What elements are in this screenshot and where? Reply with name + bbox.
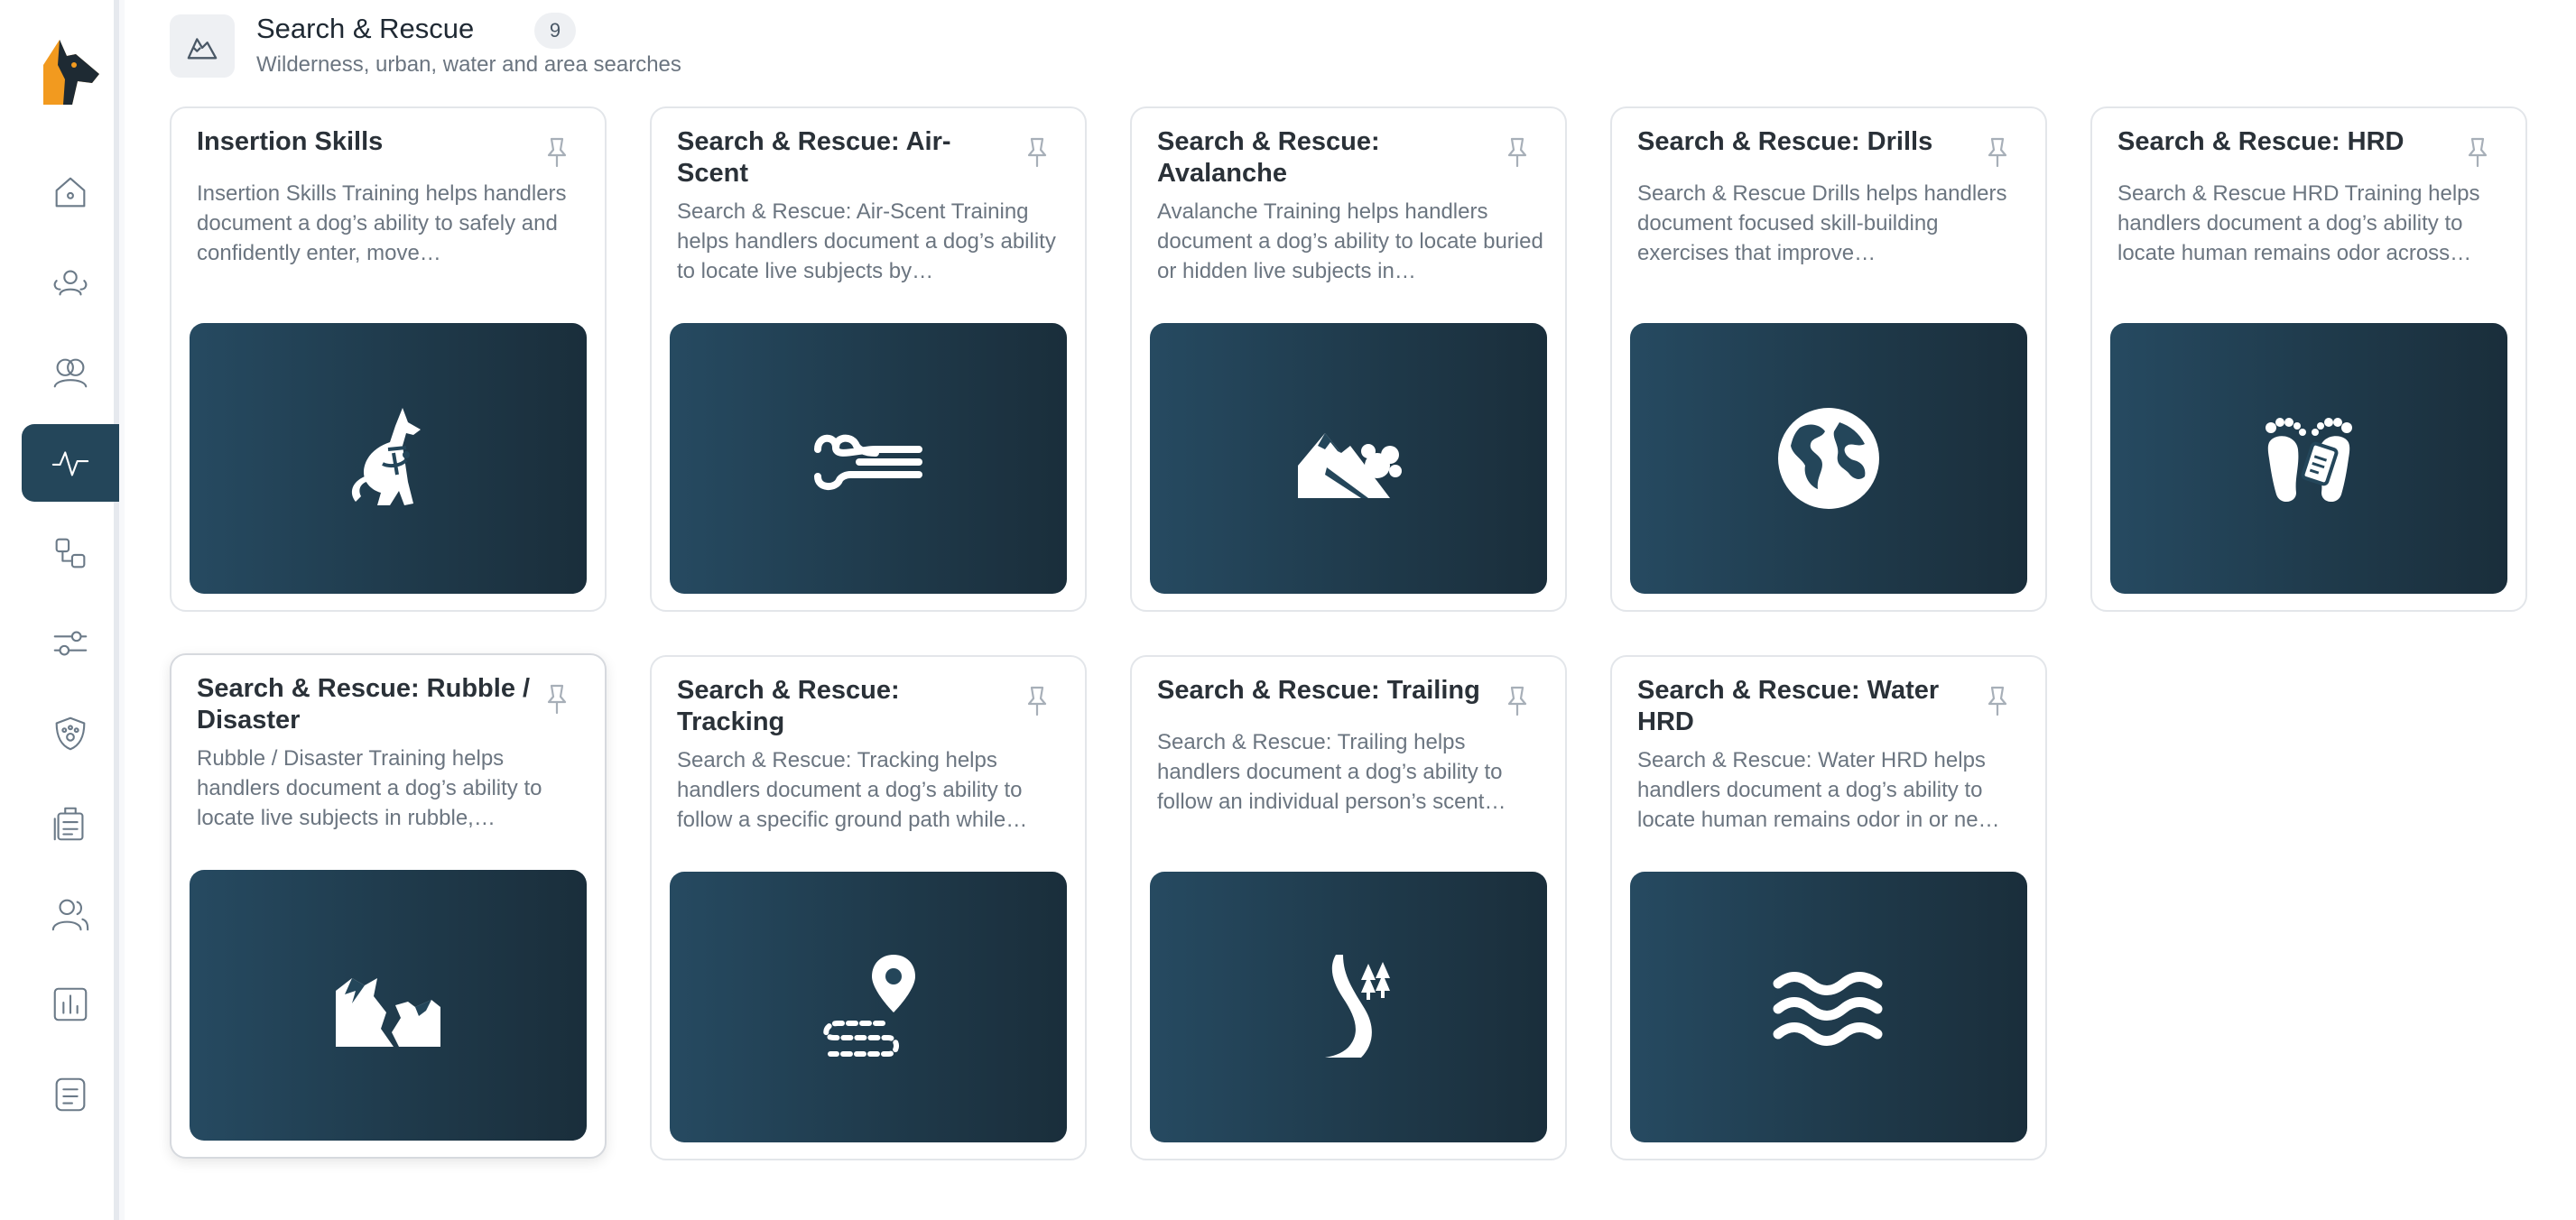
training-card[interactable]: Search & Rescue: Air-Scent Search & Resc…: [650, 106, 1087, 612]
pin-icon: [1027, 137, 1047, 168]
card-description: Search & Rescue Drills helps handlers do…: [1637, 181, 2007, 265]
nav-home[interactable]: [22, 153, 119, 231]
card-title: Search & Rescue: Water HRD: [1637, 676, 1940, 736]
pin-button[interactable]: [1022, 684, 1052, 718]
globe-icon: [1778, 408, 1879, 509]
feet-tag-icon: [2266, 418, 2352, 503]
wind-icon: [814, 434, 922, 490]
pin-button[interactable]: [1502, 135, 1533, 170]
nav-shield[interactable]: [22, 695, 119, 772]
nav-people[interactable]: [22, 875, 119, 953]
training-card[interactable]: Insertion Skills Insertion Skills Traini…: [170, 106, 607, 612]
card-title: Search & Rescue: Trailing: [1157, 676, 1480, 705]
pin-icon: [1027, 686, 1047, 716]
mountain-icon: [170, 14, 235, 78]
pin-icon: [547, 137, 567, 168]
team-icon: [53, 270, 88, 296]
card-image: [1150, 872, 1547, 1142]
nav-notes[interactable]: [22, 1056, 119, 1133]
card-image: [670, 323, 1067, 594]
section-subtitle: Wilderness, urban, water and area search…: [256, 52, 681, 77]
card-title: Search & Rescue: Tracking: [677, 676, 900, 736]
card-description: Avalanche Training helps handlers docume…: [1157, 199, 1543, 283]
nav-records[interactable]: [22, 785, 119, 863]
card-title: Insertion Skills: [197, 127, 384, 156]
nav-reports[interactable]: [22, 966, 119, 1043]
nav-workflow[interactable]: [22, 514, 119, 592]
training-card[interactable]: Search & Rescue: Rubble / Disaster Rubbl…: [170, 653, 607, 1159]
card-description: Search & Rescue: Trailing helps handlers…: [1157, 730, 1506, 814]
records-icon: [53, 807, 84, 841]
app-logo-icon[interactable]: [36, 34, 105, 106]
pin-button[interactable]: [1982, 135, 2013, 170]
reports-icon: [53, 987, 88, 1021]
activity-icon: [51, 451, 89, 476]
workflow-icon: [55, 538, 86, 568]
section-title: Search & Rescue: [256, 13, 475, 44]
card-image: [190, 323, 587, 594]
card-image: [1150, 323, 1547, 594]
pin-button[interactable]: [1022, 135, 1052, 170]
earthquake-icon: [336, 978, 440, 1047]
pin-icon: [1507, 137, 1527, 168]
card-title: Search & Rescue: HRD: [2117, 127, 2405, 156]
card-image: [1630, 323, 2027, 594]
groups-icon: [53, 358, 88, 388]
nav-activity[interactable]: [22, 424, 119, 502]
route-pin-icon: [823, 955, 915, 1057]
pin-icon: [2468, 137, 2488, 168]
water-waves-icon: [1773, 972, 1883, 1046]
card-description: Rubble / Disaster Training helps handler…: [197, 746, 542, 830]
card-description: Search & Rescue: Water HRD helps handler…: [1637, 748, 2000, 832]
pin-icon: [1988, 686, 2007, 716]
card-image: [1630, 872, 2027, 1142]
training-card[interactable]: Search & Rescue: Trailing Search & Rescu…: [1130, 655, 1567, 1160]
main-content: Search & Rescue 9 Wilderness, urban, wat…: [125, 0, 2576, 1220]
nav-settings[interactable]: [22, 605, 119, 682]
card-title: Search & Rescue: Drills: [1637, 127, 1933, 156]
trail-trees-icon: [1325, 955, 1390, 1058]
training-card[interactable]: Search & Rescue: HRD Search & Rescue HRD…: [2090, 106, 2527, 612]
pin-button[interactable]: [542, 682, 572, 716]
card-description: Search & Rescue: Air-Scent Training help…: [677, 199, 1056, 283]
pin-icon: [547, 684, 567, 715]
nav-team[interactable]: [22, 244, 119, 321]
avalanche-icon: [1298, 433, 1402, 498]
home-icon: [55, 177, 86, 208]
card-description: Search & Rescue: Tracking helps handlers…: [677, 748, 1028, 832]
card-description: Search & Rescue HRD Training helps handl…: [2117, 181, 2480, 265]
card-description: Insertion Skills Training helps handlers…: [197, 181, 567, 265]
people-icon: [51, 899, 89, 931]
training-card[interactable]: Search & Rescue: Avalanche Avalanche Tra…: [1130, 106, 1567, 612]
training-card[interactable]: Search & Rescue: Tracking Search & Rescu…: [650, 655, 1087, 1160]
pin-button[interactable]: [542, 135, 572, 170]
pin-button[interactable]: [1502, 684, 1533, 718]
card-title: Search & Rescue: Avalanche: [1157, 127, 1380, 188]
card-image: [190, 870, 587, 1141]
pin-icon: [1988, 137, 2007, 168]
section-count-badge: 9: [534, 13, 576, 49]
harness-dog-icon: [351, 408, 421, 505]
settings-sliders-icon: [53, 631, 88, 656]
card-title: Search & Rescue: Rubble / Disaster: [197, 674, 531, 735]
paw-shield-icon: [55, 716, 86, 751]
sidebar: [0, 0, 119, 1220]
training-card[interactable]: Search & Rescue: Drills Search & Rescue …: [1610, 106, 2047, 612]
nav-groups[interactable]: [22, 334, 119, 411]
card-title: Search & Rescue: Air-Scent: [677, 127, 951, 188]
pin-icon: [1507, 686, 1527, 716]
notes-icon: [55, 1077, 86, 1112]
card-image: [2110, 323, 2507, 594]
card-image: [670, 872, 1067, 1142]
pin-button[interactable]: [2462, 135, 2493, 170]
training-card[interactable]: Search & Rescue: Water HRD Search & Resc…: [1610, 655, 2047, 1160]
pin-button[interactable]: [1982, 684, 2013, 718]
